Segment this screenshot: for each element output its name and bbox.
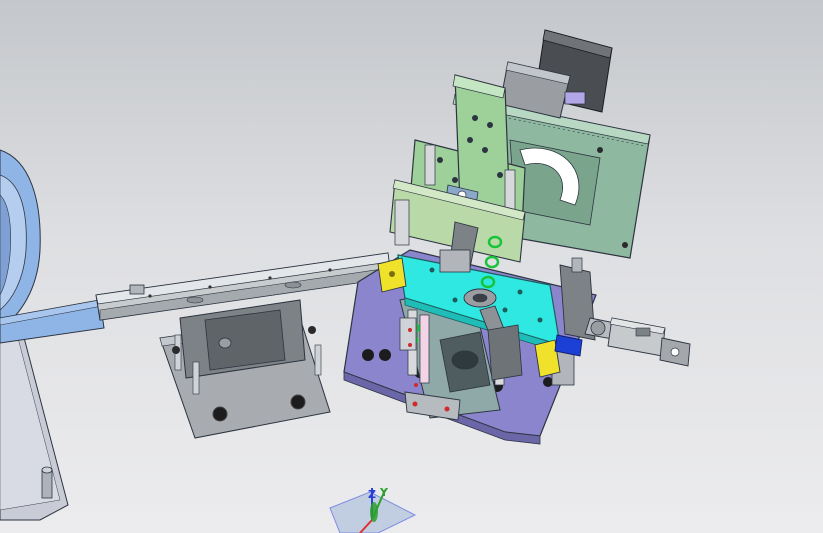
axis-triad[interactable]: Z Y [329,486,417,533]
rail-support-bracket[interactable] [159,299,331,439]
z-axis-label: Z [368,488,376,501]
cad-3d-viewport[interactable]: Z Y [0,0,823,533]
cad-assembly-scene[interactable]: Z Y [0,0,823,533]
push-slide-cylinder[interactable] [584,317,691,367]
vibratory-feeder-bowl[interactable] [0,149,41,331]
stepper-motor[interactable] [499,29,613,119]
feeder-stand-plate[interactable] [0,324,69,521]
y-axis-label: Y [379,486,389,499]
